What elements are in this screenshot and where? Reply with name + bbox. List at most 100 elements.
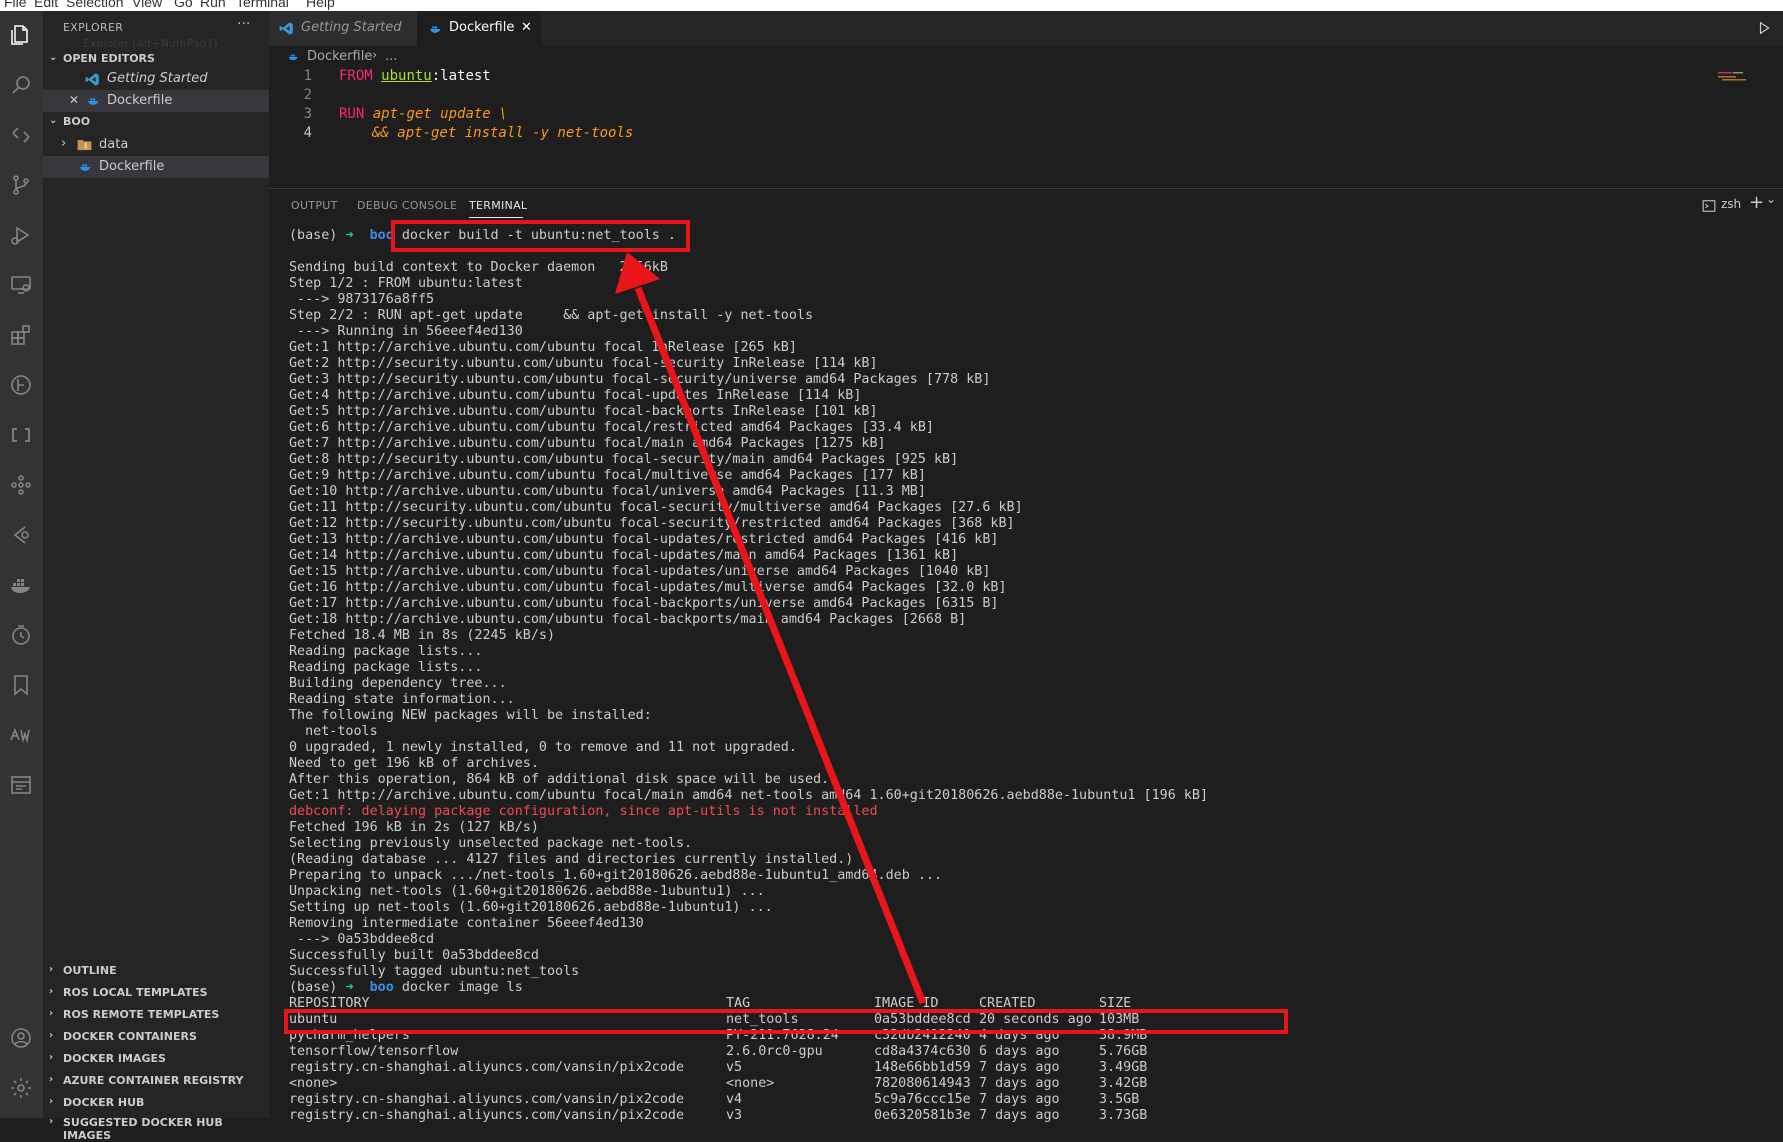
line-number: 3	[303, 106, 312, 122]
terminal-line: Fetched 18.4 MB in 8s (2245 kB/s)	[289, 628, 556, 643]
search-icon[interactable]	[8, 72, 34, 98]
tab-terminal[interactable]: TERMINAL	[469, 199, 527, 212]
outline-section[interactable]: › OUTLINE	[43, 961, 269, 981]
terminal-line: Get:14 http://archive.ubuntu.com/ubuntu …	[289, 548, 959, 563]
active-tab-underline	[469, 217, 523, 218]
run-icon[interactable]	[1757, 20, 1771, 39]
terminal-shell-name[interactable]: zsh	[1721, 197, 1741, 211]
docker-file-icon	[429, 22, 442, 39]
menu-file[interactable]: File	[4, 0, 27, 10]
folder-header-boo[interactable]: ⌄ BOO	[43, 112, 269, 132]
open-editors-header[interactable]: ⌄ OPEN EDITORS	[43, 49, 269, 69]
tab-dockerfile[interactable]: Dockerfile ✕	[417, 11, 541, 46]
history-icon[interactable]	[8, 622, 34, 648]
account-icon[interactable]	[8, 1025, 34, 1051]
table-cell: 3.5GB	[1099, 1092, 1140, 1107]
prompt-arrow-icon: ➜	[345, 980, 354, 995]
table-cell: <none>	[289, 1076, 338, 1091]
chevron-down-icon[interactable]: ⌄	[1766, 192, 1776, 206]
tab-debug-console[interactable]: DEBUG CONSOLE	[357, 199, 457, 212]
terminal-line: Get:5 http://archive.ubuntu.com/ubuntu f…	[289, 404, 878, 419]
tree-item-dockerfile[interactable]: Dockerfile	[43, 156, 269, 178]
command-text: docker image ls	[401, 980, 523, 995]
more-actions-icon[interactable]: ···	[237, 16, 250, 32]
menu-go[interactable]: Go	[174, 0, 193, 10]
settings-gear-icon[interactable]	[8, 1075, 34, 1101]
terminal-line: Get:10 http://archive.ubuntu.com/ubuntu …	[289, 484, 926, 499]
docker-containers-section[interactable]: › DOCKER CONTAINERS	[43, 1027, 269, 1047]
minimap[interactable]	[1718, 68, 1758, 81]
remote-explorer-icon[interactable]	[8, 272, 34, 298]
code-editor[interactable]: 1 2 3 4 FROM ubuntu:latest RUN apt-get u…	[269, 68, 1783, 188]
table-cell: 7 days ago	[979, 1076, 1060, 1091]
table-header: IMAGE ID	[874, 996, 939, 1011]
table-cell: v4	[726, 1092, 743, 1107]
table-cell: 148e66bb1d59	[874, 1060, 971, 1075]
git-graph-icon[interactable]	[8, 522, 34, 548]
docker-images-section[interactable]: › DOCKER IMAGES	[43, 1049, 269, 1069]
breadcrumb-rest[interactable]: ...	[385, 49, 397, 64]
table-cell: 0e6320581b3e	[874, 1108, 971, 1123]
open-editor-getting-started[interactable]: Getting Started	[43, 68, 269, 90]
menu-selection[interactable]: Selection	[66, 0, 124, 10]
close-icon[interactable]: ✕	[69, 93, 79, 107]
terminal-line: Get:18 http://archive.ubuntu.com/ubuntu …	[289, 612, 967, 627]
azure-container-registry-section[interactable]: › AZURE CONTAINER REGISTRY	[43, 1071, 269, 1091]
close-icon[interactable]: ✕	[521, 20, 532, 35]
ros-remote-templates-section[interactable]: › ROS REMOTE TEMPLATES	[43, 1005, 269, 1025]
menu-view[interactable]: View	[132, 0, 162, 10]
aw-icon[interactable]	[8, 722, 34, 748]
table-cell: net_tools	[726, 1012, 799, 1027]
terminal-line: Get:3 http://security.ubuntu.com/ubuntu …	[289, 372, 991, 387]
table-cell: 6 days ago	[979, 1044, 1060, 1059]
brackets-icon[interactable]	[8, 422, 34, 448]
extensions-icon[interactable]	[8, 322, 34, 348]
open-editor-dockerfile[interactable]: ✕ Dockerfile	[43, 90, 269, 112]
panel-icon[interactable]	[8, 772, 34, 798]
bookmark-icon[interactable]	[8, 672, 34, 698]
terminal-line: Successfully tagged ubuntu:net_tools	[289, 964, 580, 979]
ros-icon[interactable]	[8, 472, 34, 498]
remote-icon[interactable]	[8, 122, 34, 148]
terminal-output[interactable]: (base) ➜ boo docker build -t ubuntu:net_…	[289, 228, 1769, 1123]
add-terminal-icon[interactable]: +	[1749, 192, 1764, 213]
timeline-icon[interactable]	[8, 372, 34, 398]
terminal-line: Step 1/2 : FROM ubuntu:latest	[289, 276, 523, 291]
docker-icon[interactable]	[8, 572, 34, 598]
chevron-down-icon: ⌄	[49, 52, 58, 63]
source-control-icon[interactable]	[8, 172, 34, 198]
docker-file-icon	[87, 94, 100, 111]
terminal-line: Sending build context to Docker daemon 2…	[289, 260, 668, 275]
menu-run[interactable]: Run	[200, 0, 226, 10]
terminal-line: Get:1 http://archive.ubuntu.com/ubuntu f…	[289, 788, 1209, 803]
activity-bar	[0, 11, 43, 1118]
table-cell: 38.9MB	[1099, 1028, 1148, 1043]
suggested-docker-hub-images-section[interactable]: › SUGGESTED DOCKER HUB IMAGES	[43, 1113, 269, 1142]
docker-hub-section[interactable]: › DOCKER HUB	[43, 1093, 269, 1113]
line-number: 4	[303, 125, 312, 141]
terminal-line: 0 upgraded, 1 newly installed, 0 to remo…	[289, 740, 797, 755]
terminal-line: Need to get 196 kB of archives.	[289, 756, 539, 771]
terminal-line: Setting up net-tools (1.60+git20180626.a…	[289, 900, 773, 915]
run-debug-icon[interactable]	[8, 222, 34, 248]
table-cell: PY-211.7628.24	[726, 1028, 839, 1043]
tab-getting-started[interactable]: Getting Started	[269, 11, 417, 46]
tree-item-data[interactable]: › data	[43, 134, 269, 156]
chevron-right-icon: ›	[49, 986, 54, 997]
prompt-arrow-icon: ➜	[345, 228, 354, 243]
command-text: docker build -t ubuntu:net_tools .	[401, 228, 676, 243]
breadcrumb-file[interactable]: Dockerfile	[307, 49, 372, 64]
menu-help[interactable]: Help	[306, 0, 335, 10]
files-icon[interactable]	[8, 22, 34, 48]
table-cell: 103MB	[1099, 1012, 1140, 1027]
menu-terminal[interactable]: Terminal	[236, 0, 289, 10]
code-line-1: FROM ubuntu:latest	[339, 68, 491, 84]
ros-local-templates-section[interactable]: › ROS LOCAL TEMPLATES	[43, 983, 269, 1003]
menu-edit[interactable]: Edit	[34, 0, 58, 10]
terminal-line: Unpacking net-tools (1.60+git20180626.ae…	[289, 884, 765, 899]
chevron-right-icon: ›	[49, 1074, 54, 1085]
breadcrumb-separator: ›	[372, 48, 378, 63]
table-cell: 4 days ago	[979, 1028, 1060, 1043]
table-cell: cd8a4374c630	[874, 1044, 971, 1059]
tab-output[interactable]: OUTPUT	[291, 199, 338, 212]
